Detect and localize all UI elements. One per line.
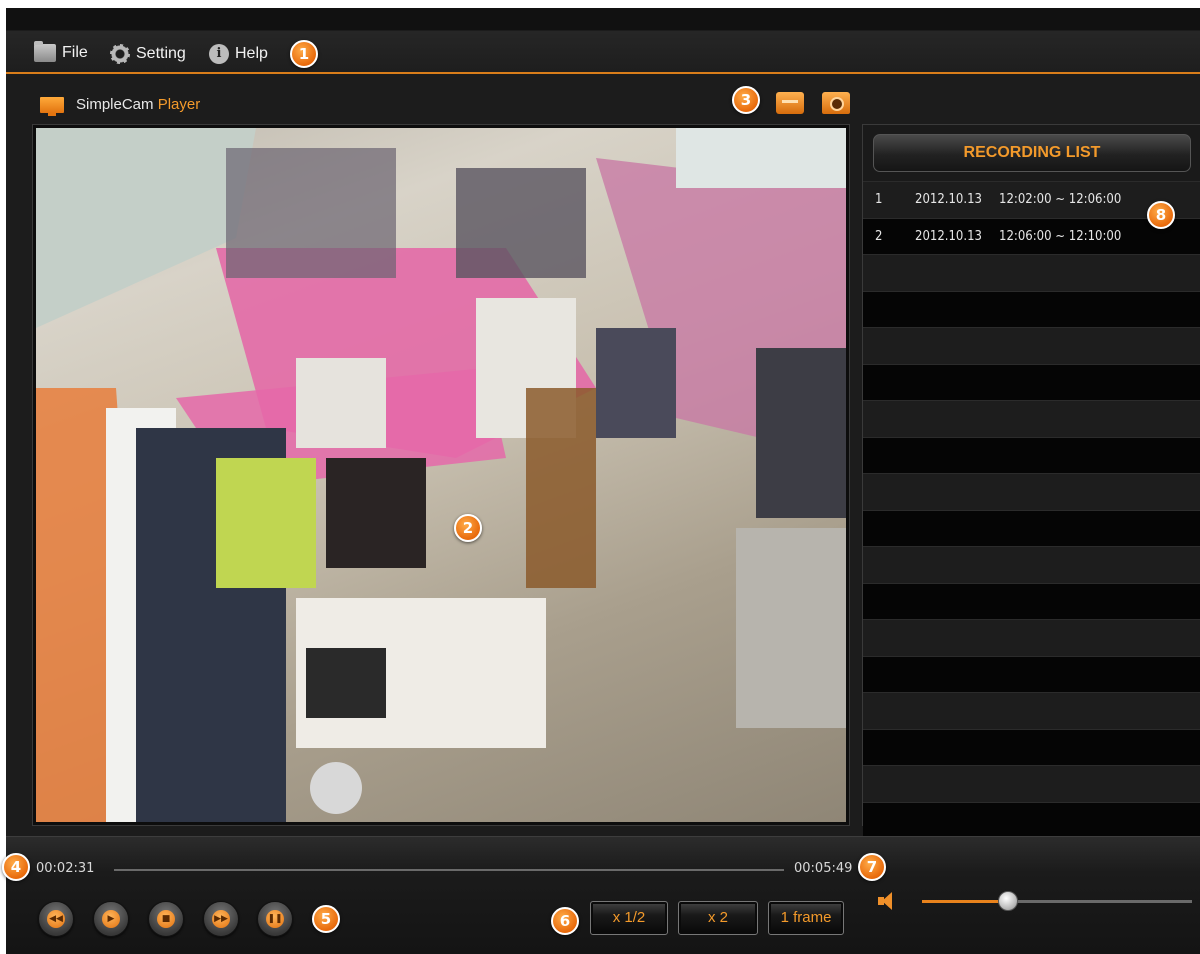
callout-badge-2: 2	[454, 514, 482, 542]
callout-badge-5: 5	[312, 905, 340, 933]
menu-file-label: File	[62, 44, 88, 61]
fast-forward-button[interactable]: ▶▶	[203, 901, 239, 937]
video-frame[interactable]: 2	[36, 128, 846, 822]
callout-badge-4: 4	[2, 853, 30, 881]
menu-help[interactable]: i Help	[209, 44, 268, 64]
menu-help-label: Help	[235, 45, 268, 62]
rewind-button[interactable]: ◀◀	[38, 901, 74, 937]
menu-file[interactable]: File	[34, 41, 88, 62]
rewind-icon: ◀◀	[49, 914, 63, 924]
record-icon[interactable]	[776, 92, 804, 114]
monitor-icon	[40, 96, 64, 116]
recording-number: 1	[875, 192, 883, 208]
empty-row	[863, 765, 1200, 802]
menu-setting[interactable]: Setting	[110, 44, 186, 64]
recording-date: 2012.10.13	[915, 192, 982, 208]
empty-row	[863, 546, 1200, 583]
camera-icon[interactable]	[822, 92, 850, 114]
menu-setting-label: Setting	[136, 45, 186, 62]
folder-icon	[34, 41, 56, 62]
recording-time-range: 12:06:00 ~ 12:10:00	[999, 228, 1122, 244]
half-speed-button[interactable]: x 1/2	[590, 901, 668, 935]
empty-row	[863, 327, 1200, 364]
volume-thumb[interactable]	[998, 891, 1019, 911]
gear-icon	[110, 44, 130, 64]
empty-row	[863, 619, 1200, 656]
fast-forward-icon: ▶▶	[214, 914, 228, 924]
empty-row	[863, 436, 1200, 473]
recording-list-panel: RECORDING LIST 1 2012.10.13 12:02:00 ~ 1…	[862, 124, 1200, 838]
recording-time-range: 12:02:00 ~ 12:06:00	[999, 192, 1122, 208]
current-time: 00:02:31	[36, 861, 95, 876]
callout-badge-3: 3	[732, 86, 760, 114]
pause-icon: ❚❚	[267, 914, 283, 924]
recording-list-title: RECORDING LIST	[873, 134, 1191, 172]
empty-row	[863, 363, 1200, 400]
player-brand: SimpleCam Player	[40, 96, 201, 116]
info-icon: i	[209, 44, 229, 64]
play-button[interactable]: ▶	[93, 901, 129, 937]
callout-badge-7: 7	[858, 853, 886, 881]
frame-step-button[interactable]: 1 frame	[768, 901, 844, 935]
empty-row	[863, 655, 1200, 692]
callout-badge-8: 8	[1147, 201, 1175, 229]
stop-button[interactable]: ■	[148, 901, 184, 937]
empty-row	[863, 400, 1200, 437]
empty-row	[863, 509, 1200, 546]
player-window: File Setting i Help 1 SimpleCam Player 3	[2, 8, 1200, 954]
empty-row	[863, 290, 1200, 327]
video-panel: 2	[32, 124, 850, 826]
brand-accent: Player	[157, 96, 201, 113]
callout-badge-1: 1	[290, 40, 318, 68]
empty-row	[863, 728, 1200, 765]
stop-icon: ■	[161, 914, 171, 924]
menu-bar: File Setting i Help 1	[6, 8, 1200, 74]
empty-row	[863, 254, 1200, 291]
total-time: 00:05:49	[794, 861, 853, 876]
recording-number: 2	[875, 228, 883, 244]
double-speed-button[interactable]: x 2	[678, 901, 758, 935]
play-icon: ▶	[107, 914, 115, 924]
recording-date: 2012.10.13	[915, 228, 982, 244]
pause-button[interactable]: ❚❚	[257, 901, 293, 937]
volume-icon[interactable]	[876, 892, 896, 910]
empty-row	[863, 801, 1200, 838]
seek-bar[interactable]	[114, 869, 784, 871]
brand-name: SimpleCam	[76, 96, 158, 113]
recording-list: 1 2012.10.13 12:02:00 ~ 12:06:00 2 2012.…	[863, 181, 1200, 838]
volume-slider[interactable]	[922, 891, 1192, 911]
empty-row	[863, 692, 1200, 729]
callout-badge-6: 6	[551, 907, 579, 935]
volume-fill	[922, 900, 1009, 903]
store-camera-scene	[36, 128, 846, 822]
empty-row	[863, 473, 1200, 510]
playback-controls: 4 00:02:31 00:05:49 7 ◀◀ ▶ ■ ▶▶ ❚❚ 5 6 x…	[2, 836, 1200, 954]
empty-row	[863, 582, 1200, 619]
